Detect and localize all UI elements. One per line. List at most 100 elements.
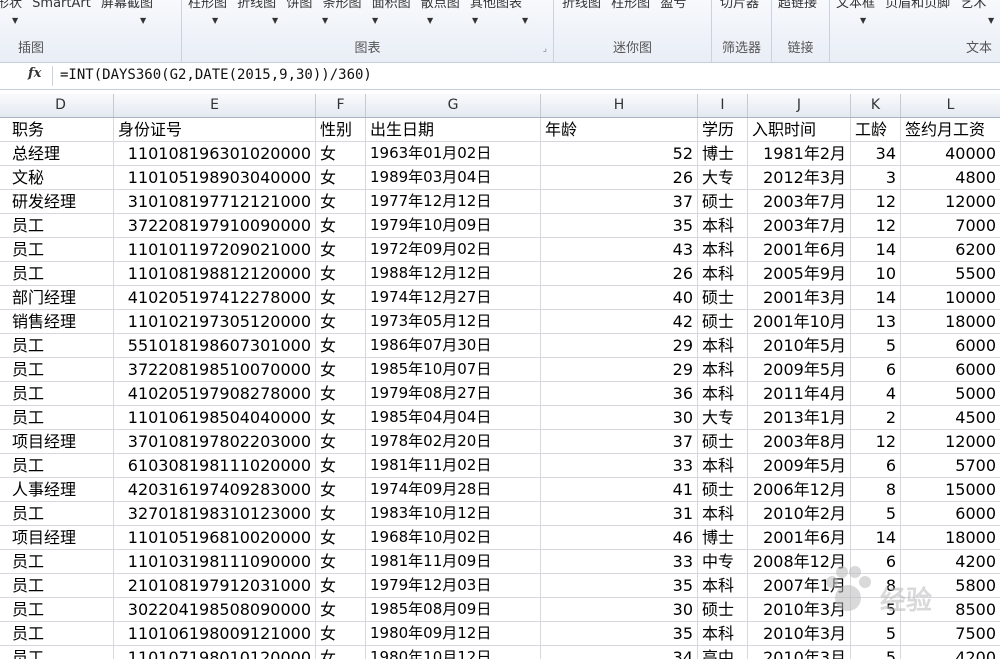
cell-education[interactable]: 博士 (698, 142, 748, 166)
cell-gender[interactable]: 女 (316, 526, 366, 550)
cell-age[interactable]: 33 (541, 550, 698, 574)
cell-gender[interactable]: 女 (316, 478, 366, 502)
cell-seniority[interactable]: 3 (851, 166, 901, 190)
cell-position[interactable]: 员工 (8, 334, 114, 358)
chevron-down-icon[interactable]: ▼ (322, 16, 328, 25)
cell-age[interactable]: 35 (541, 622, 698, 646)
cell-gender[interactable]: 女 (316, 310, 366, 334)
cell-hire-date[interactable]: 2011年4月 (748, 382, 851, 406)
chevron-down-icon[interactable]: ▼ (522, 16, 528, 25)
sparkline-line-button[interactable]: 折线图 (562, 0, 601, 11)
cell-position[interactable]: 项目经理 (8, 430, 114, 454)
cell-seniority[interactable]: 5 (851, 334, 901, 358)
header-cell-id-number[interactable]: 身份证号 (114, 118, 316, 142)
cell-age[interactable]: 33 (541, 454, 698, 478)
cell-seniority[interactable]: 12 (851, 190, 901, 214)
cell-id-number[interactable]: 370108197802203000 (114, 430, 316, 454)
cell-id-number[interactable]: 110105196810020000 (114, 526, 316, 550)
cell-education[interactable]: 本科 (698, 262, 748, 286)
cell-salary[interactable]: 12000 (901, 430, 1000, 454)
cell-id-number[interactable]: 110105198903040000 (114, 166, 316, 190)
cell-birth-date[interactable]: 1986年07月30日 (366, 334, 541, 358)
cell-education[interactable]: 本科 (698, 214, 748, 238)
cell-gender[interactable]: 女 (316, 214, 366, 238)
cell-salary[interactable]: 40000 (901, 142, 1000, 166)
column-header-f[interactable]: F (316, 94, 366, 117)
cell-hire-date[interactable]: 2009年5月 (748, 358, 851, 382)
cell-id-number[interactable]: 310108197712121000 (114, 190, 316, 214)
column-header-d[interactable]: D (8, 94, 114, 117)
cell-birth-date[interactable]: 1972年09月02日 (366, 238, 541, 262)
cell-id-number[interactable]: 110108196301020000 (114, 142, 316, 166)
cell-hire-date[interactable]: 2009年5月 (748, 454, 851, 478)
cell-position[interactable]: 项目经理 (8, 526, 114, 550)
cell-id-number[interactable]: 327018198310123000 (114, 502, 316, 526)
chevron-down-icon[interactable]: ▼ (140, 16, 146, 25)
cell-birth-date[interactable]: 1985年04月04日 (366, 406, 541, 430)
cell-education[interactable]: 硕士 (698, 310, 748, 334)
cell-birth-date[interactable]: 1983年10月12日 (366, 502, 541, 526)
cell-hire-date[interactable]: 2010年5月 (748, 334, 851, 358)
cell-education[interactable]: 本科 (698, 238, 748, 262)
cell-seniority[interactable]: 13 (851, 310, 901, 334)
cell-gender[interactable]: 女 (316, 334, 366, 358)
cell-salary[interactable]: 12000 (901, 190, 1000, 214)
cell-position[interactable]: 员工 (8, 262, 114, 286)
cell-education[interactable]: 中专 (698, 550, 748, 574)
cell-age[interactable]: 52 (541, 142, 698, 166)
cell-salary[interactable]: 7000 (901, 214, 1000, 238)
cell-age[interactable]: 26 (541, 262, 698, 286)
cell-gender[interactable]: 女 (316, 646, 366, 659)
textbox-button[interactable]: 文本框 (836, 0, 875, 11)
cell-position[interactable]: 员工 (8, 598, 114, 622)
cell-education[interactable]: 硕士 (698, 478, 748, 502)
header-cell-position[interactable]: 职务 (8, 118, 114, 142)
cell-seniority[interactable]: 14 (851, 526, 901, 550)
cell-education[interactable]: 硕士 (698, 286, 748, 310)
cell-position[interactable]: 销售经理 (8, 310, 114, 334)
shapes-button[interactable]: 形状 (0, 0, 22, 11)
cell-salary[interactable]: 6000 (901, 502, 1000, 526)
cell-position[interactable]: 研发经理 (8, 190, 114, 214)
cell-id-number[interactable]: 302204198508090000 (114, 598, 316, 622)
cell-position[interactable]: 员工 (8, 646, 114, 659)
cell-hire-date[interactable]: 2005年9月 (748, 262, 851, 286)
cell-education[interactable]: 高中 (698, 646, 748, 659)
header-cell-salary[interactable]: 签约月工资 (901, 118, 1000, 142)
header-cell-education[interactable]: 学历 (698, 118, 748, 142)
cell-birth-date[interactable]: 1977年12月12日 (366, 190, 541, 214)
cell-gender[interactable]: 女 (316, 358, 366, 382)
cell-education[interactable]: 本科 (698, 622, 748, 646)
cell-id-number[interactable]: 372208198510070000 (114, 358, 316, 382)
cell-gender[interactable]: 女 (316, 574, 366, 598)
cell-gender[interactable]: 女 (316, 622, 366, 646)
cell-seniority[interactable]: 6 (851, 454, 901, 478)
cell-salary[interactable]: 6000 (901, 334, 1000, 358)
cell-gender[interactable]: 女 (316, 238, 366, 262)
header-cell-age[interactable]: 年龄 (541, 118, 698, 142)
cell-id-number[interactable]: 110103198111090000 (114, 550, 316, 574)
cell-seniority[interactable]: 10 (851, 262, 901, 286)
bar-chart-button[interactable]: 条形图 (322, 0, 361, 11)
cell-hire-date[interactable]: 2001年3月 (748, 286, 851, 310)
cell-gender[interactable]: 女 (316, 502, 366, 526)
cell-position[interactable]: 总经理 (8, 142, 114, 166)
cell-hire-date[interactable]: 2010年2月 (748, 502, 851, 526)
cell-birth-date[interactable]: 1968年10月02日 (366, 526, 541, 550)
column-header-k[interactable]: K (851, 94, 901, 117)
cell-gender[interactable]: 女 (316, 166, 366, 190)
cell-salary[interactable]: 5700 (901, 454, 1000, 478)
cell-position[interactable]: 员工 (8, 454, 114, 478)
cell-age[interactable]: 29 (541, 334, 698, 358)
cell-birth-date[interactable]: 1974年09月28日 (366, 478, 541, 502)
cell-id-number[interactable]: 372208197910090000 (114, 214, 316, 238)
cell-birth-date[interactable]: 1981年11月02日 (366, 454, 541, 478)
pie-chart-button[interactable]: 饼图 (286, 0, 312, 11)
cell-education[interactable]: 本科 (698, 454, 748, 478)
hyperlink-button[interactable]: 超链接 (778, 0, 817, 11)
cell-salary[interactable]: 5500 (901, 262, 1000, 286)
cell-hire-date[interactable]: 2006年12月 (748, 478, 851, 502)
other-charts-button[interactable]: 其他图表 (470, 0, 522, 11)
cell-gender[interactable]: 女 (316, 454, 366, 478)
cell-position[interactable]: 员工 (8, 550, 114, 574)
